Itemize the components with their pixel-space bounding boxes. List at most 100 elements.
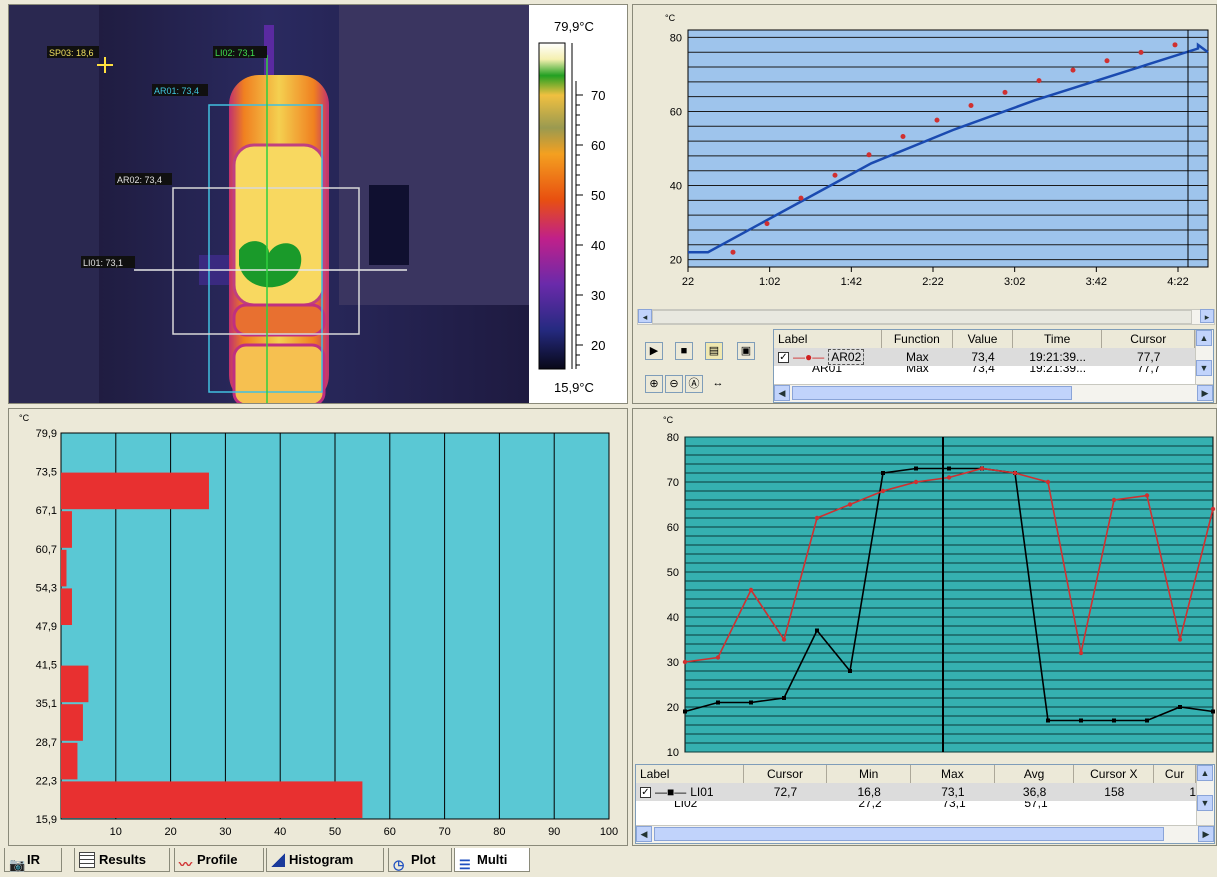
hscroll-thumb[interactable]	[792, 386, 1072, 400]
scale-min-label: 15,9°C	[554, 380, 594, 395]
trend-data-point	[900, 134, 906, 140]
col-cursor-x[interactable]: Cursor X	[1074, 765, 1155, 783]
trend-chart[interactable]: 80 60 40 20 °C 22 1:02 1:42 2:22 3:02 3:42 4:22	[633, 5, 1217, 310]
profile-data-point	[914, 466, 918, 471]
zoom-fit-icon[interactable]: Ⓐ	[685, 375, 703, 393]
tab-histogram[interactable]: Histogram	[266, 848, 384, 872]
tab-ir[interactable]: 📷 IR	[4, 848, 62, 872]
trend-scroll-thumb[interactable]	[652, 310, 1192, 324]
trend-table-hscroll[interactable]: ◀ ▶	[774, 384, 1213, 402]
profile-y-tick-label: 80	[667, 432, 679, 444]
tab-histogram-label: Histogram	[289, 851, 354, 867]
row-avg: 57,1	[1024, 801, 1048, 809]
col-avg[interactable]: Avg	[995, 765, 1075, 783]
profile-data-point	[1012, 470, 1018, 476]
col-label[interactable]: Label	[636, 765, 744, 783]
trend-x-tick-label: 1:02	[759, 276, 780, 288]
col-cursor[interactable]: Cursor	[1102, 330, 1195, 348]
trend-y-tick-label: 20	[670, 255, 682, 267]
scroll-up-button[interactable]: ▲	[1196, 330, 1212, 346]
profile-data-point	[815, 628, 819, 633]
profile-table-hscroll[interactable]: ◀ ▶	[636, 825, 1214, 843]
col-min[interactable]: Min	[827, 765, 912, 783]
col-function[interactable]: Function	[882, 330, 954, 348]
trend-data-point	[798, 195, 804, 201]
scroll-up-button[interactable]: ▲	[1197, 765, 1213, 781]
col-value[interactable]: Value	[953, 330, 1013, 348]
scroll-down-button[interactable]: ▼	[1197, 795, 1213, 811]
histogram-chart[interactable]: 10 20 30 40 50 60 70 80 90 100 79,9 73,5 67,1 60,7 54,…	[9, 409, 628, 846]
histogram-x-tick-label: 90	[548, 826, 560, 838]
trend-data-point	[968, 102, 974, 108]
play-button[interactable]: ▶	[645, 342, 663, 360]
profile-data-point	[748, 587, 754, 593]
scroll-down-button[interactable]: ▼	[1196, 360, 1212, 376]
profile-data-point	[1078, 650, 1084, 656]
trend-scroll-left-button[interactable]: ◂	[638, 309, 652, 323]
trend-table-header: Label Function Value Time Cursor	[774, 330, 1195, 349]
row-checkbox[interactable]: ✓	[640, 786, 651, 798]
profile-y-tick-label: 70	[667, 477, 679, 489]
trend-data-point	[934, 117, 940, 123]
col-label[interactable]: Label	[774, 330, 882, 348]
scale-tick-label: 50	[591, 188, 605, 203]
trend-scrollbar[interactable]: ◂ ▸	[637, 309, 1215, 325]
profile-table-vscroll[interactable]: ▲ ▼	[1196, 765, 1214, 825]
row-checkbox[interactable]: ✓	[778, 351, 789, 363]
table-row[interactable]: ✓ —●— AR02 Max 73,4 19:21:39... 77,7	[774, 348, 1195, 366]
histogram-x-tick-label: 70	[438, 826, 450, 838]
histogram-x-tick-label: 100	[600, 826, 618, 838]
tab-plot-label: Plot	[411, 851, 436, 867]
zoom-in-icon[interactable]: ⊕	[645, 375, 663, 393]
tab-plot[interactable]: ◷ Plot	[388, 848, 452, 872]
scroll-right-button[interactable]: ▶	[1197, 385, 1213, 401]
col-cursor[interactable]: Cursor	[744, 765, 828, 783]
row-label: AR01	[812, 366, 843, 374]
scroll-left-button[interactable]: ◀	[774, 385, 790, 401]
tab-profile[interactable]: 〰 Profile	[174, 848, 264, 872]
table-row[interactable]: LI02 27,2 73,1 57,1	[636, 801, 1196, 809]
profile-data-point	[781, 637, 787, 642]
profile-chart[interactable]: 80 70 60 50 40 30 20 10 °C	[633, 409, 1217, 764]
stop-button[interactable]: ■	[675, 342, 693, 360]
zoom-out-icon[interactable]: ⊖	[665, 375, 683, 393]
thermal-image-panel: SP03: 18,6 LI02: 73,1 AR01: 73,4 AR02: 7…	[8, 4, 628, 404]
trend-x-tick-label: 1:42	[841, 276, 862, 288]
trend-results-table[interactable]: Label Function Value Time Cursor ✓ —●— A…	[773, 329, 1214, 403]
col-max[interactable]: Max	[911, 765, 995, 783]
trend-data-point	[1002, 89, 1008, 95]
trend-data-point	[1104, 58, 1110, 64]
histogram-bar	[61, 588, 72, 625]
scroll-right-button[interactable]: ▶	[1198, 826, 1214, 842]
col-cur[interactable]: Cur	[1154, 765, 1197, 783]
pan-icon[interactable]: ↔	[709, 375, 727, 393]
profile-y-unit: °C	[663, 415, 674, 425]
profile-data-point	[814, 515, 820, 521]
hscroll-thumb[interactable]	[654, 827, 1164, 841]
histogram-bar	[61, 472, 209, 510]
thermal-image[interactable]: SP03: 18,6 LI02: 73,1 AR01: 73,4 AR02: 7…	[9, 5, 628, 404]
profile-y-tick-label: 60	[667, 522, 679, 534]
col-time[interactable]: Time	[1013, 330, 1103, 348]
tab-multi-label: Multi	[477, 851, 508, 867]
profile-results-table[interactable]: Label Cursor Min Max Avg Cursor X Cur ✓ …	[635, 764, 1215, 844]
table-row[interactable]: ✓ —■— LI01 72,7 16,8 73,1 36,8 158 1	[636, 783, 1196, 801]
multi-view-icon: ☰	[459, 856, 471, 872]
area-label-ar02: AR02: 73,4	[117, 175, 162, 185]
profile-data-point	[1177, 637, 1183, 642]
profile-data-point	[1144, 493, 1150, 498]
table-row[interactable]: AR01 Max 73,4 19:21:39... 77,7	[774, 366, 1195, 374]
profile-data-point	[683, 709, 687, 714]
tab-multi[interactable]: ☰ Multi	[454, 848, 530, 872]
export-button[interactable]: ▣	[737, 342, 755, 360]
snapshot-button[interactable]: ▤	[705, 342, 723, 360]
tab-results[interactable]: Results	[74, 848, 170, 872]
scroll-left-button[interactable]: ◀	[636, 826, 652, 842]
trend-table-vscroll[interactable]: ▲ ▼	[1195, 330, 1213, 384]
profile-data-point	[848, 669, 852, 673]
histogram-y-tick-label: 60,7	[36, 544, 57, 556]
histogram-x-tick-label: 80	[493, 826, 505, 838]
histogram-bar	[61, 742, 78, 780]
trend-scroll-right-button[interactable]: ▸	[1200, 309, 1214, 323]
row-cursor-x: 158	[1104, 785, 1125, 799]
